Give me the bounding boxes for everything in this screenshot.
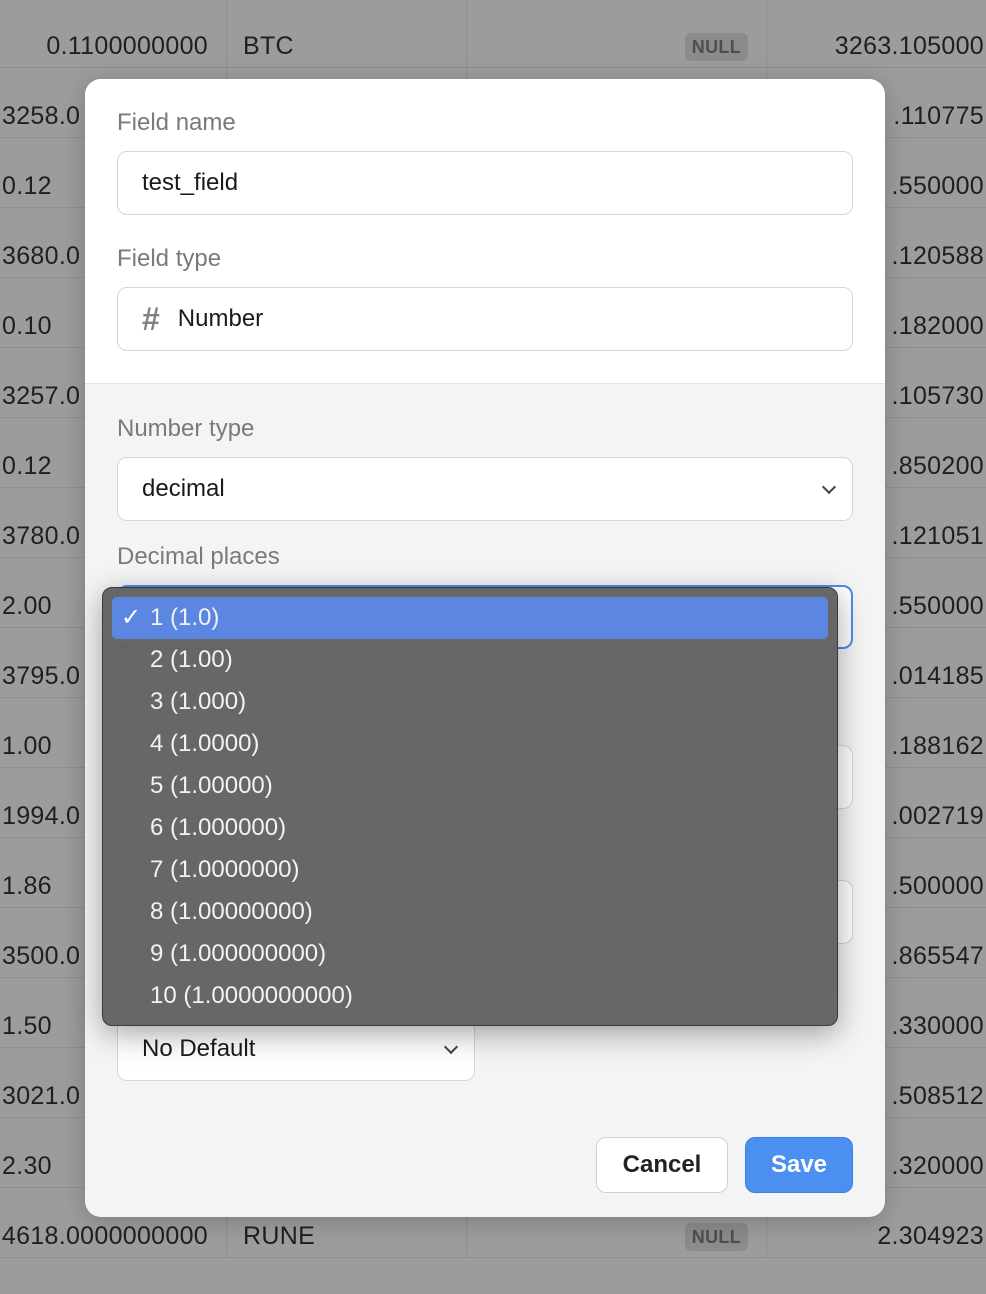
decimal-places-label: Decimal places <box>117 543 280 570</box>
menu-item-label: 4 (1.0000) <box>150 730 260 757</box>
menu-item[interactable]: 10 (1.0000000000) <box>112 975 828 1017</box>
field-name-value: test_field <box>142 169 239 196</box>
decimal-places-menu: ✓ 1 (1.0) 2 (1.00) 3 (1.000) 4 (1.0000) 5 (1.… <box>102 587 838 1026</box>
menu-item-label: 6 (1.000000) <box>150 814 287 841</box>
null-badge: NULL <box>684 1223 748 1252</box>
menu-item[interactable]: 8 (1.00000000) <box>112 891 828 933</box>
menu-item[interactable]: 4 (1.0000) <box>112 723 828 765</box>
table-cell[interactable]: NULL <box>466 0 766 68</box>
field-name-input[interactable]: test_field <box>117 151 853 215</box>
number-type-select[interactable]: decimal <box>117 457 853 521</box>
menu-item-label: 10 (1.0000000000) <box>150 982 353 1009</box>
menu-item-label: 8 (1.00000000) <box>150 898 313 925</box>
menu-item-label: 2 (1.00) <box>150 646 233 673</box>
default-value-select[interactable]: No Default <box>117 1017 475 1081</box>
menu-item[interactable]: 2 (1.00) <box>112 639 828 681</box>
menu-item-label: 1 (1.0) <box>150 604 220 631</box>
save-button[interactable]: Save <box>745 1137 853 1193</box>
hash-icon: # <box>142 300 160 337</box>
table-row[interactable]: 0.1100000000 BTC NULL 3263.105000 <box>0 0 986 68</box>
cancel-button[interactable]: Cancel <box>596 1137 728 1193</box>
menu-item[interactable]: 7 (1.0000000) <box>112 849 828 891</box>
table-cell[interactable]: 0.1100000000 <box>0 0 226 68</box>
menu-item-label: 7 (1.0000000) <box>150 856 300 883</box>
menu-item-label: 5 (1.00000) <box>150 772 273 799</box>
default-value-text: No Default <box>142 1035 256 1062</box>
checkmark-icon: ✓ <box>121 604 142 631</box>
number-type-value: decimal <box>142 475 225 502</box>
table-cell[interactable]: BTC <box>226 0 466 68</box>
menu-item[interactable]: 5 (1.00000) <box>112 765 828 807</box>
menu-item[interactable]: 6 (1.000000) <box>112 807 828 849</box>
number-type-label: Number type <box>117 415 255 442</box>
menu-item[interactable]: 9 (1.000000000) <box>112 933 828 975</box>
field-name-label: Field name <box>117 109 236 136</box>
menu-item-label: 9 (1.000000000) <box>150 940 327 967</box>
menu-item[interactable]: 3 (1.000) <box>112 681 828 723</box>
field-type-value: Number <box>177 305 264 332</box>
chevron-down-icon <box>443 1039 459 1055</box>
chevron-down-icon <box>821 479 837 495</box>
menu-item-label: 3 (1.000) <box>150 688 247 715</box>
field-type-label: Field type <box>117 245 222 272</box>
menu-item[interactable]: ✓ 1 (1.0) <box>112 597 828 639</box>
table-cell[interactable]: 3263.105000 <box>766 0 986 68</box>
field-type-select[interactable]: # Number <box>117 287 853 351</box>
null-badge: NULL <box>684 33 748 62</box>
